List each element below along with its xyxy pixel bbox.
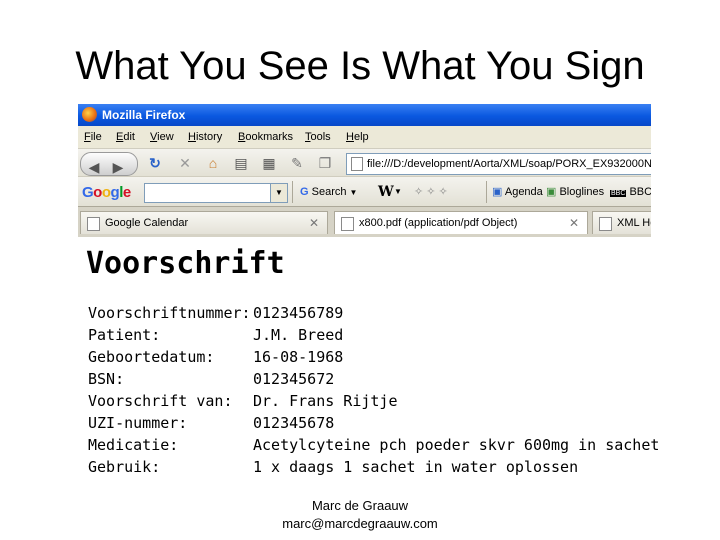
window-title: Mozilla Firefox <box>102 108 186 122</box>
window-titlebar[interactable]: Mozilla Firefox <box>78 104 651 126</box>
field-label: Gebruik: <box>88 458 161 476</box>
field-label: BSN: <box>88 370 125 388</box>
menu-bar: File Edit View History Bookmarks Tools H… <box>78 126 651 148</box>
tab-label: Google Calendar <box>105 217 189 229</box>
url-text: file:///D:/development/Aorta/XML/soap/PO… <box>367 158 651 170</box>
home-icon[interactable]: ⌂ <box>202 153 224 173</box>
footer-email: marc@marcdegraauw.com <box>282 516 438 531</box>
tab-pdf[interactable]: x800.pdf (application/pdf Object) ✕ <box>334 211 588 234</box>
navigation-toolbar: ◀ ▶ ↻ ✕ ⌂ ▤ ▦ ✎ ❐ file:///D:/development… <box>78 148 651 177</box>
calendar-icon: ▣ <box>492 186 503 198</box>
field-value: 0123456789 <box>253 304 344 322</box>
document-heading: Voorschrift <box>86 246 285 281</box>
tab-label: x800.pdf (application/pdf Object) <box>359 217 518 229</box>
menu-tools[interactable]: Tools <box>305 126 331 148</box>
reload-icon[interactable]: ↻ <box>144 153 166 173</box>
bloglines-icon: ▣ <box>546 186 557 198</box>
field-value: 1 x daags 1 sachet in water oplossen <box>253 458 579 476</box>
google-search-input[interactable] <box>144 183 272 203</box>
field-value: Dr. Frans Rijtje <box>253 392 398 410</box>
forward-arrow-icon[interactable]: ▶ <box>107 157 129 177</box>
document-icon <box>341 217 354 231</box>
google-search-button[interactable]: G Search ▼ <box>300 183 357 201</box>
google-logo: Google <box>82 184 131 201</box>
back-forward-group: ◀ ▶ <box>80 152 138 176</box>
wikipedia-icon[interactable]: W <box>378 183 394 201</box>
close-icon[interactable]: ✕ <box>309 212 319 234</box>
field-label: Medicatie: <box>88 436 179 454</box>
toolbar-divider <box>292 181 293 203</box>
footer-name: Marc de Graauw <box>311 498 409 513</box>
more-tools-icon[interactable]: ✧ ✧ ✧ <box>414 183 448 201</box>
menu-view[interactable]: View <box>150 126 174 148</box>
field-value: 012345672 <box>253 370 335 388</box>
google-g-icon: G <box>300 186 309 198</box>
bookmark-bloglines[interactable]: ▣ Bloglines <box>546 183 604 201</box>
print-icon[interactable]: ▤ <box>230 153 252 173</box>
bookmarks-toolbar: Google ▼ G Search ▼ W ▼ ✧ ✧ ✧ ▣ Agenda ▣… <box>78 176 651 207</box>
field-value: J.M. Breed <box>253 326 344 344</box>
chevron-down-icon[interactable]: ▼ <box>270 183 288 203</box>
copy-icon[interactable]: ❐ <box>314 153 336 173</box>
field-value: 16-08-1968 <box>253 348 344 366</box>
tab-label: XML Holla <box>617 217 651 229</box>
bookmark-agenda[interactable]: ▣ Agenda <box>492 183 543 201</box>
tab-google-calendar[interactable]: Google Calendar ✕ <box>80 211 328 234</box>
print-preview-icon[interactable]: ▦ <box>258 153 280 173</box>
bbc-icon: BBC <box>610 190 627 197</box>
field-value: 012345678 <box>253 414 335 432</box>
chevron-down-icon[interactable]: ▼ <box>394 183 402 201</box>
menu-help[interactable]: Help <box>346 126 369 148</box>
menu-history[interactable]: History <box>188 126 222 148</box>
field-label: UZI-nummer: <box>88 414 188 432</box>
menu-edit[interactable]: Edit <box>116 126 135 148</box>
field-label: Geboortedatum: <box>88 348 215 366</box>
firefox-icon <box>82 107 97 122</box>
calendar-icon <box>87 217 100 231</box>
field-label: Voorschrift van: <box>88 392 233 410</box>
menu-file[interactable]: File <box>84 126 102 148</box>
slide-footer: Marc de Graauw marc@marcdegraauw.com <box>0 497 720 533</box>
tab-bar: Google Calendar ✕ x800.pdf (application/… <box>78 206 651 237</box>
slide-title: What You See Is What You Sign <box>75 44 645 88</box>
field-label: Patient: <box>88 326 161 344</box>
tab-xml-holla[interactable]: XML Holla <box>592 211 651 234</box>
browser-window: Mozilla Firefox File Edit View History B… <box>78 104 651 237</box>
back-arrow-icon[interactable]: ◀ <box>83 157 105 177</box>
tools-icon[interactable]: ✎ <box>286 153 308 173</box>
toolbar-divider <box>486 181 487 203</box>
field-value: Acetylcyteine pch poeder skvr 600mg in s… <box>253 436 660 454</box>
bookmark-bbc[interactable]: BBC BBC <box>610 183 651 201</box>
stop-icon[interactable]: ✕ <box>174 153 196 173</box>
document-icon <box>599 217 612 231</box>
url-bar[interactable]: file:///D:/development/Aorta/XML/soap/PO… <box>346 153 651 175</box>
page-icon <box>351 157 363 171</box>
close-icon[interactable]: ✕ <box>569 212 579 234</box>
menu-bookmarks[interactable]: Bookmarks <box>238 126 293 148</box>
field-label: Voorschriftnummer: <box>88 304 251 322</box>
